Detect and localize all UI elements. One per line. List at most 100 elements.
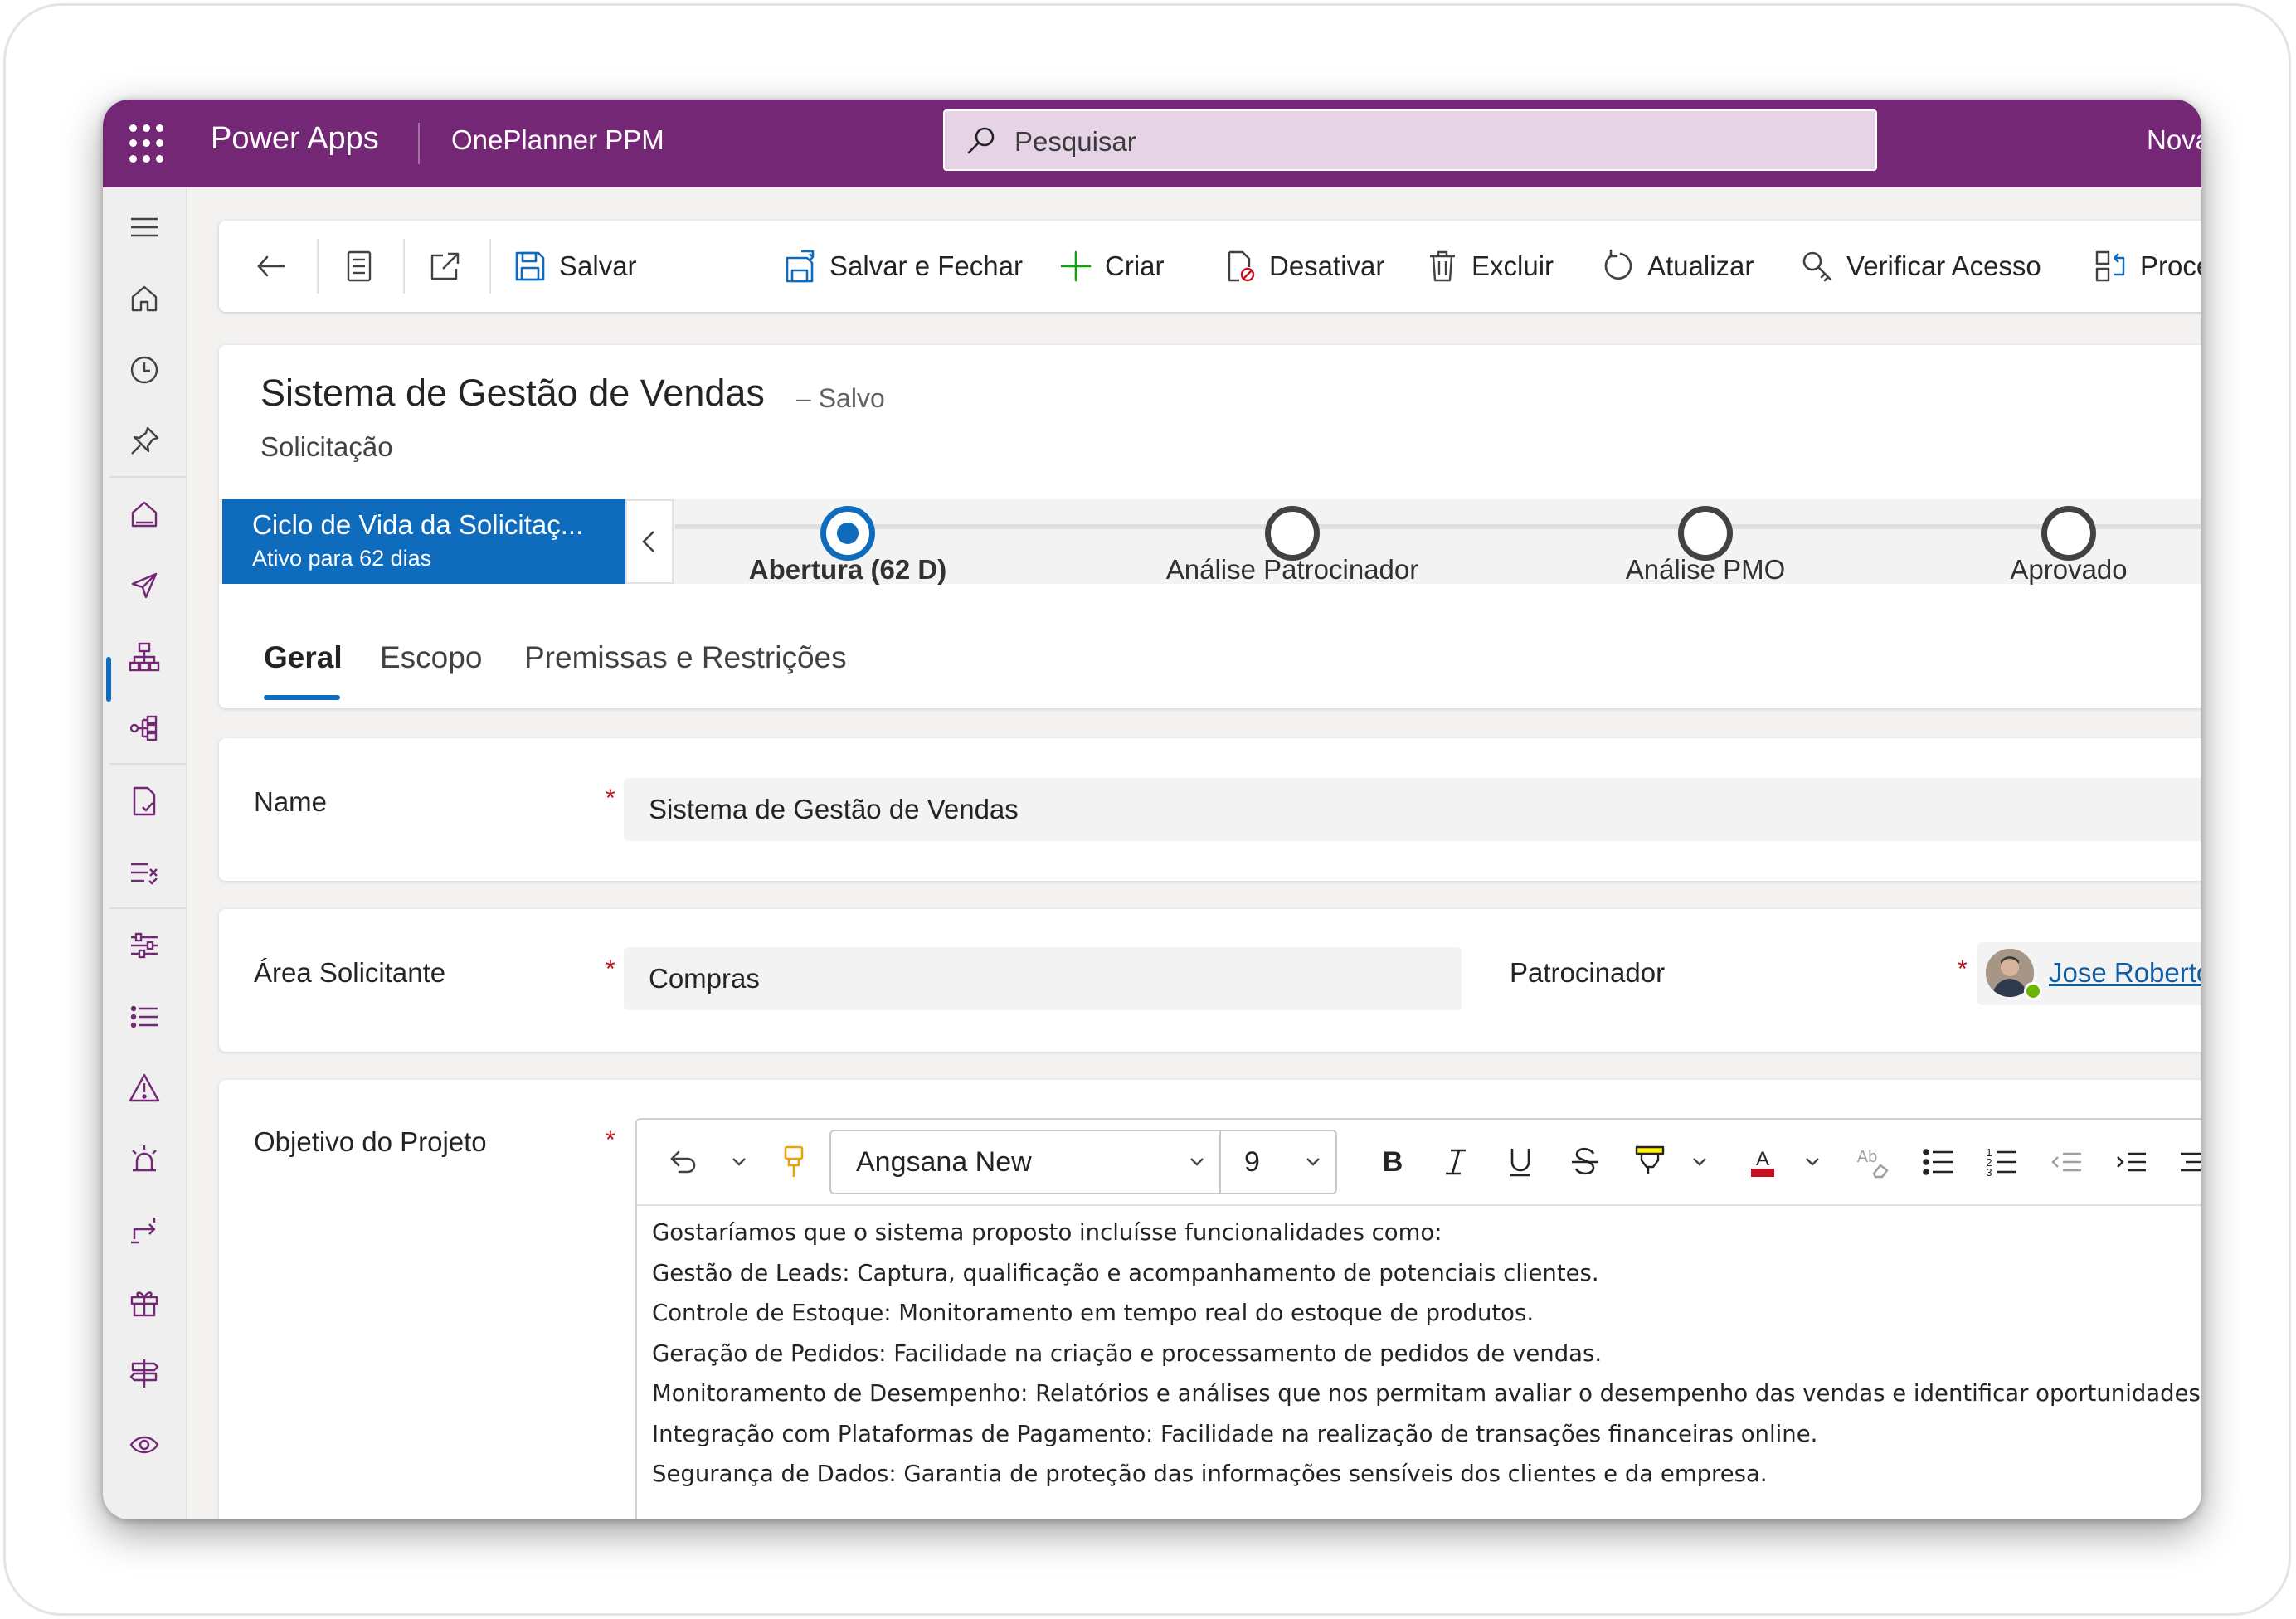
gift-icon[interactable] bbox=[126, 1284, 163, 1320]
stage-active-icon bbox=[820, 506, 875, 561]
refresh-label: Atualizar bbox=[1647, 250, 1754, 281]
app-launcher-icon[interactable] bbox=[129, 124, 169, 164]
form-view-button[interactable] bbox=[342, 221, 388, 312]
menu-icon[interactable] bbox=[126, 209, 163, 246]
create-button[interactable]: Criar bbox=[1058, 221, 1165, 312]
document-check-icon[interactable] bbox=[126, 783, 163, 819]
font-color-icon[interactable]: A bbox=[1742, 1141, 1783, 1183]
chevron-down-icon bbox=[1306, 1158, 1320, 1166]
send-icon[interactable] bbox=[126, 567, 163, 604]
format-painter-icon[interactable] bbox=[773, 1141, 815, 1183]
left-navigation: O bbox=[103, 187, 187, 1519]
transfer-icon[interactable] bbox=[126, 1213, 163, 1249]
app-name[interactable]: Power Apps bbox=[211, 121, 379, 157]
underline-icon[interactable] bbox=[1500, 1141, 1541, 1183]
signpost-icon[interactable] bbox=[126, 1355, 163, 1392]
required-indicator: * bbox=[1958, 955, 1968, 983]
power-apps-window: Power Apps OnePlanner PPM Pesquisar Nova bbox=[103, 100, 2201, 1519]
process-flow-icon bbox=[2095, 250, 2125, 282]
command-divider bbox=[489, 239, 491, 294]
search-placeholder: Pesquisar bbox=[1014, 126, 1136, 157]
font-family-select[interactable]: Angsana New bbox=[829, 1130, 1221, 1194]
settings-sliders-icon[interactable] bbox=[126, 927, 163, 964]
sponsor-lookup[interactable]: Jose Roberto Lima (D bbox=[1977, 942, 2201, 1005]
bullet-list-icon[interactable] bbox=[1918, 1141, 1959, 1183]
rich-text-editor[interactable]: Angsana New 9 B A Ab 123 Gostaríamos que… bbox=[635, 1118, 2201, 1519]
required-indicator: * bbox=[606, 785, 615, 812]
back-button[interactable] bbox=[254, 221, 300, 312]
rich-text-content[interactable]: Gostaríamos que o sistema proposto inclu… bbox=[652, 1213, 2201, 1495]
alert-light-icon[interactable] bbox=[126, 1141, 163, 1178]
task-list-icon[interactable] bbox=[126, 854, 163, 891]
clear-formatting-icon[interactable]: Ab bbox=[1853, 1141, 1895, 1183]
nav-divider bbox=[109, 907, 186, 909]
workspace-home-icon[interactable] bbox=[126, 496, 163, 532]
environment-name[interactable]: OnePlanner PPM bbox=[451, 124, 664, 156]
font-size-select[interactable]: 9 bbox=[1219, 1130, 1337, 1194]
tab-premissas-restricoes[interactable]: Premissas e Restrições bbox=[524, 640, 847, 675]
stage-label: Abertura (62 D) bbox=[748, 554, 947, 585]
delete-button[interactable]: Excluir bbox=[1425, 221, 1554, 312]
increase-indent-icon[interactable] bbox=[2110, 1141, 2152, 1183]
highlight-chevron-icon[interactable] bbox=[1687, 1148, 1712, 1176]
process-button[interactable]: Processar bbox=[2094, 221, 2201, 312]
refresh-icon bbox=[1604, 249, 1632, 280]
recent-icon[interactable] bbox=[126, 352, 163, 388]
arrow-left-icon bbox=[257, 255, 285, 277]
name-input[interactable]: Sistema de Gestão de Vendas bbox=[624, 778, 2201, 841]
sponsor-link[interactable]: Jose Roberto Lima (D bbox=[2049, 957, 2201, 989]
area-input[interactable]: Compras bbox=[624, 947, 1462, 1010]
save-label: Salvar bbox=[559, 250, 637, 281]
area-sponsor-section: Área Solicitante * Compras Patrocinador … bbox=[219, 909, 2201, 1052]
search-icon bbox=[967, 127, 995, 154]
deactivate-label: Desativar bbox=[1269, 250, 1385, 281]
trash-icon bbox=[1430, 250, 1455, 282]
bold-icon[interactable]: B bbox=[1372, 1141, 1413, 1183]
undo-icon[interactable] bbox=[662, 1141, 703, 1183]
warning-icon[interactable] bbox=[126, 1070, 163, 1106]
align-icon[interactable] bbox=[2175, 1141, 2201, 1183]
record-title: Sistema de Gestão de Vendas bbox=[260, 372, 765, 414]
pinned-icon[interactable] bbox=[126, 423, 163, 459]
highlight-icon[interactable] bbox=[1629, 1141, 1671, 1183]
content-line: Geração de Pedidos: Facilidade na criaçã… bbox=[652, 1339, 1603, 1367]
active-tab-indicator bbox=[264, 695, 340, 700]
numbered-list-icon[interactable]: 123 bbox=[1981, 1141, 2022, 1183]
check-access-button[interactable]: Verificar Acesso bbox=[1800, 221, 2041, 312]
process-icon[interactable] bbox=[126, 710, 163, 746]
stage-circle-icon bbox=[2041, 506, 2096, 561]
strikethrough-icon[interactable] bbox=[1564, 1141, 1606, 1183]
tab-escopo[interactable]: Escopo bbox=[380, 640, 482, 675]
chevron-left-icon bbox=[642, 531, 654, 552]
content-line: Monitoramento de Desempenho: Relatórios … bbox=[652, 1380, 2201, 1407]
record-entity: Solicitação bbox=[260, 431, 393, 462]
required-indicator: * bbox=[606, 1126, 615, 1154]
home-icon[interactable] bbox=[126, 280, 163, 317]
eye-icon[interactable] bbox=[126, 1427, 163, 1463]
command-divider bbox=[403, 239, 405, 294]
nav-divider bbox=[109, 763, 186, 765]
search-box[interactable]: Pesquisar bbox=[943, 109, 1877, 171]
svg-text:A: A bbox=[1756, 1148, 1769, 1170]
save-button[interactable]: Salvar bbox=[513, 221, 637, 312]
chevron-down-icon bbox=[1190, 1158, 1204, 1166]
decrease-indent-icon[interactable] bbox=[2045, 1141, 2087, 1183]
font-color-chevron-icon[interactable] bbox=[1800, 1148, 1825, 1176]
process-flow-name-button[interactable]: Ciclo de Vida da Solicitaç... Ativo para… bbox=[222, 499, 625, 584]
deactivate-button[interactable]: Desativar bbox=[1223, 221, 1384, 312]
save-close-icon bbox=[786, 250, 815, 283]
numbered-list-icon[interactable] bbox=[126, 999, 163, 1035]
open-new-window-button[interactable] bbox=[428, 221, 474, 312]
tab-geral[interactable]: Geral bbox=[264, 640, 343, 675]
italic-icon[interactable] bbox=[1435, 1141, 1476, 1183]
hierarchy-icon[interactable] bbox=[126, 639, 163, 675]
add-icon bbox=[1060, 250, 1092, 282]
stage-label: Aprovado bbox=[2010, 554, 2128, 585]
name-field-label: Name bbox=[254, 786, 328, 817]
save-close-button[interactable]: Salvar e Fechar bbox=[783, 221, 1023, 312]
check-access-label: Verificar Acesso bbox=[1846, 250, 2041, 281]
svg-text:3: 3 bbox=[1986, 1166, 1992, 1179]
refresh-button[interactable]: Atualizar bbox=[1601, 221, 1754, 312]
undo-chevron-icon[interactable] bbox=[727, 1148, 752, 1176]
new-session-link[interactable]: Nova bbox=[2147, 124, 2201, 156]
